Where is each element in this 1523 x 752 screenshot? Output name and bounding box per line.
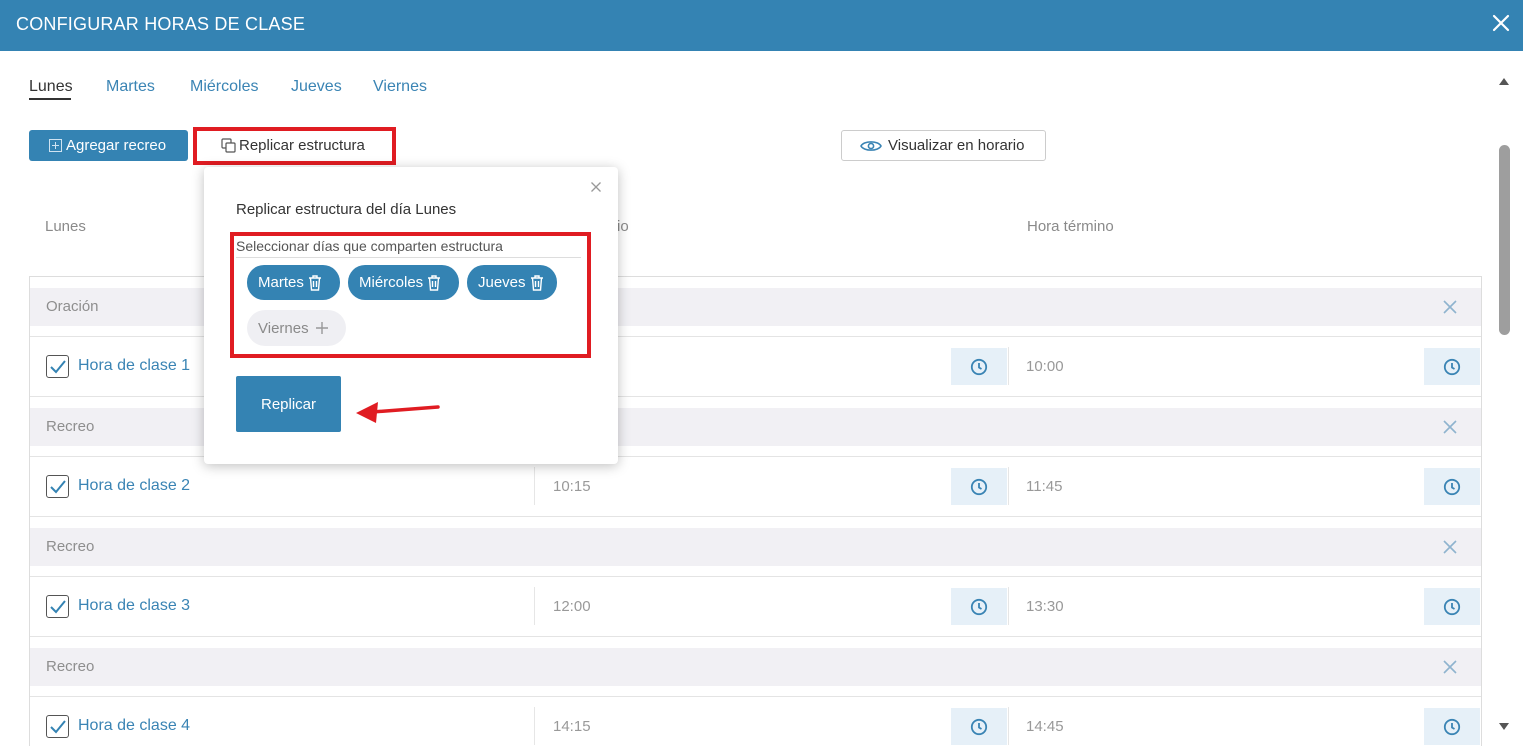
trash-icon[interactable] bbox=[529, 274, 545, 292]
column-divider bbox=[1008, 467, 1009, 505]
check-icon bbox=[50, 360, 66, 374]
tab-miercoles[interactable]: Miércoles bbox=[190, 78, 258, 96]
tab-viernes[interactable]: Viernes bbox=[373, 78, 427, 96]
add-break-label: Agregar recreo bbox=[66, 137, 167, 154]
remove-break-icon[interactable] bbox=[1442, 419, 1458, 435]
break-label: Recreo bbox=[46, 658, 95, 675]
start-time[interactable]: 12:00 bbox=[553, 598, 591, 615]
clock-icon bbox=[1443, 478, 1461, 495]
popover-title: Replicar estructura del día Lunes bbox=[236, 201, 457, 218]
class-checkbox[interactable] bbox=[46, 715, 69, 738]
break-row: Recreo bbox=[30, 648, 1481, 686]
column-divider bbox=[1008, 707, 1009, 745]
tab-lunes[interactable]: Lunes bbox=[29, 78, 73, 96]
clock-icon bbox=[970, 478, 988, 495]
end-time-picker-button[interactable] bbox=[1424, 468, 1480, 505]
clock-icon bbox=[1443, 358, 1461, 375]
scrollbar-thumb[interactable] bbox=[1499, 145, 1510, 335]
annotation-arrow-icon bbox=[356, 402, 440, 423]
check-icon bbox=[50, 600, 66, 614]
remove-break-icon[interactable] bbox=[1442, 299, 1458, 315]
plus-square-icon bbox=[49, 139, 62, 152]
break-label: Recreo bbox=[46, 418, 95, 435]
class-label: Hora de clase 4 bbox=[78, 717, 191, 734]
column-header-start: io bbox=[617, 218, 629, 235]
active-tab-underline bbox=[29, 98, 71, 100]
class-checkbox[interactable] bbox=[46, 475, 69, 498]
column-header-day: Lunes bbox=[45, 218, 86, 235]
day-selector-divider bbox=[236, 257, 581, 258]
class-label: Hora de clase 1 bbox=[78, 357, 191, 374]
day-chip-jueves[interactable]: Jueves bbox=[467, 265, 557, 300]
day-chip-label: Jueves bbox=[478, 274, 526, 291]
clock-icon bbox=[970, 358, 988, 375]
popover-close-icon[interactable] bbox=[590, 181, 602, 193]
start-time[interactable]: 10:15 bbox=[553, 478, 591, 495]
start-time-picker-button[interactable] bbox=[951, 708, 1007, 745]
column-divider bbox=[534, 587, 535, 625]
column-divider bbox=[1008, 347, 1009, 385]
day-selector-label: Seleccionar días que comparten estructur… bbox=[236, 238, 503, 254]
day-chip-viernes[interactable]: Viernes bbox=[247, 310, 346, 346]
clock-icon bbox=[1443, 598, 1461, 615]
eye-icon bbox=[860, 140, 882, 151]
day-selector: Seleccionar días que comparten estructur… bbox=[230, 232, 591, 358]
end-time[interactable]: 14:45 bbox=[1026, 718, 1064, 735]
replicate-submit-button[interactable]: Replicar bbox=[236, 376, 341, 432]
copy-icon bbox=[221, 138, 236, 153]
trash-icon[interactable] bbox=[426, 274, 442, 292]
replicate-structure-button[interactable]: Replicar estructura bbox=[205, 131, 390, 160]
start-time-picker-button[interactable] bbox=[951, 348, 1007, 385]
class-checkbox[interactable] bbox=[46, 595, 69, 618]
class-checkbox[interactable] bbox=[46, 355, 69, 378]
scroll-up-icon[interactable] bbox=[1497, 74, 1511, 88]
clock-icon bbox=[1443, 718, 1461, 735]
end-time[interactable]: 11:45 bbox=[1026, 478, 1062, 495]
start-time[interactable]: 14:15 bbox=[553, 718, 591, 735]
view-schedule-label: Visualizar en horario bbox=[888, 137, 1025, 154]
view-schedule-button[interactable]: Visualizar en horario bbox=[841, 130, 1046, 161]
clock-icon bbox=[970, 718, 988, 735]
end-time-picker-button[interactable] bbox=[1424, 588, 1480, 625]
plus-icon bbox=[315, 322, 328, 334]
check-icon bbox=[50, 720, 66, 734]
column-header-end: Hora término bbox=[1027, 218, 1114, 235]
day-chip-martes[interactable]: Martes bbox=[247, 265, 340, 300]
start-time-picker-button[interactable] bbox=[951, 468, 1007, 505]
break-label: Recreo bbox=[46, 538, 95, 555]
add-break-button[interactable]: Agregar recreo bbox=[29, 130, 188, 161]
tab-jueves[interactable]: Jueves bbox=[291, 78, 342, 96]
row-divider bbox=[30, 576, 1481, 577]
column-divider bbox=[534, 707, 535, 745]
start-time-picker-button[interactable] bbox=[951, 588, 1007, 625]
scroll-down-icon[interactable] bbox=[1497, 720, 1511, 734]
day-chip-label: Miércoles bbox=[359, 274, 424, 291]
end-time-picker-button[interactable] bbox=[1424, 348, 1480, 385]
replicate-structure-label: Replicar estructura bbox=[239, 137, 365, 154]
tab-martes[interactable]: Martes bbox=[106, 78, 155, 96]
remove-break-icon[interactable] bbox=[1442, 539, 1458, 555]
day-chip-miercoles[interactable]: Miércoles bbox=[348, 265, 459, 300]
break-label: Oración bbox=[46, 298, 99, 315]
remove-break-icon[interactable] bbox=[1442, 659, 1458, 675]
end-time[interactable]: 10:00 bbox=[1026, 358, 1064, 375]
column-divider bbox=[534, 467, 535, 505]
class-label: Hora de clase 2 bbox=[78, 477, 191, 494]
column-divider bbox=[1008, 587, 1009, 625]
close-icon[interactable] bbox=[1490, 12, 1512, 34]
end-time-picker-button[interactable] bbox=[1424, 708, 1480, 745]
day-chip-label: Martes bbox=[258, 274, 304, 291]
row-divider bbox=[30, 696, 1481, 697]
row-divider bbox=[30, 516, 1481, 517]
row-divider bbox=[30, 636, 1481, 637]
day-chip-label: Viernes bbox=[258, 319, 309, 337]
end-time[interactable]: 13:30 bbox=[1026, 598, 1064, 615]
clock-icon bbox=[970, 598, 988, 615]
trash-icon[interactable] bbox=[307, 274, 323, 292]
check-icon bbox=[50, 480, 66, 494]
modal-title: CONFIGURAR HORAS DE CLASE bbox=[16, 14, 306, 34]
break-row: Recreo bbox=[30, 528, 1481, 566]
class-label: Hora de clase 3 bbox=[78, 597, 191, 614]
